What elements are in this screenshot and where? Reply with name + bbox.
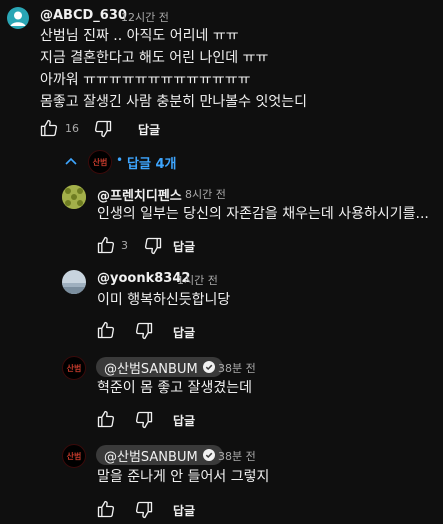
like-icon[interactable] [96, 499, 116, 519]
user-silhouette-icon [10, 11, 26, 26]
dislike-icon[interactable] [134, 500, 154, 520]
reply-time[interactable]: 38분 전 [218, 360, 256, 376]
reply-text: 말을 준나게 안 들어서 그렇지 [97, 469, 270, 485]
creator-name-chip[interactable]: @산범SANBUM [96, 445, 223, 465]
like-icon[interactable] [96, 409, 116, 429]
comment-text-line: 지금 결혼한다고 해도 어린 나인데 ㅠㅠ [40, 50, 269, 66]
verified-check-icon [202, 361, 215, 373]
reply-author[interactable]: @프렌치디펜스 [97, 185, 182, 204]
comment-time[interactable]: 12시간 전 [121, 9, 169, 25]
replies-count-label: 답글 4개 [127, 157, 177, 172]
reply-button[interactable]: 답글 [173, 412, 195, 429]
chevron-up-icon [65, 157, 77, 165]
reply-button[interactable]: 답글 [173, 502, 195, 519]
reply-author: @산범SANBUM [104, 361, 198, 377]
dislike-icon[interactable] [134, 410, 154, 430]
reply-time[interactable]: 38분 전 [218, 448, 256, 464]
reply-button[interactable]: 답글 [138, 121, 160, 138]
reply-text: 혁준이 몸 좋고 잘생겼는데 [97, 380, 253, 396]
comment-text-line: 아까워 ㅠㅠㅠㅠㅠㅠㅠㅠㅠㅠㅠㅠㅠ [40, 72, 251, 88]
like-count: 16 [65, 122, 79, 135]
replies-toggle[interactable]: 산범 • 답글 4개 [62, 150, 192, 174]
reply-author: @산범SANBUM [104, 449, 198, 465]
avatar[interactable] [62, 270, 86, 294]
dot-separator: • [116, 153, 124, 167]
avatar[interactable]: 산범 [62, 444, 86, 468]
avatar[interactable] [62, 185, 86, 209]
like-count: 3 [121, 239, 128, 252]
like-icon[interactable] [39, 118, 59, 138]
landscape-avatar-icon [62, 270, 86, 294]
comment-text-line: 몸좋고 잘생긴 사람 충분히 만나볼수 잇엇는디 [40, 94, 307, 110]
avatar-text: 산범 [66, 450, 82, 461]
dislike-icon[interactable] [143, 236, 163, 256]
reply-text: 이미 행복하신듯합니당 [97, 292, 231, 308]
creator-name-chip[interactable]: @산범SANBUM [96, 357, 223, 377]
verified-check-icon [202, 449, 215, 461]
channel-avatar: 산범 [88, 150, 112, 174]
like-icon[interactable] [96, 320, 116, 340]
reply-time[interactable]: 1시간 전 [177, 272, 218, 288]
reply-button[interactable]: 답글 [173, 324, 195, 341]
channel-avatar-text: 산범 [92, 156, 108, 167]
pattern-avatar-icon [62, 185, 86, 209]
dislike-icon[interactable] [93, 119, 113, 139]
comment-author[interactable]: @ABCD_630 [40, 8, 127, 23]
reply-time[interactable]: 8시간 전 [185, 186, 226, 202]
avatar-text: 산범 [66, 362, 82, 373]
avatar[interactable]: 산범 [62, 356, 86, 380]
comment-text-line: 산범님 진짜 .. 아직도 어리네 ㅠㅠ [40, 28, 239, 44]
dislike-icon[interactable] [134, 321, 154, 341]
like-icon[interactable] [96, 235, 116, 255]
avatar[interactable] [7, 7, 29, 29]
reply-button[interactable]: 답글 [173, 238, 195, 255]
reply-text: 인생의 일부는 당신의 자존감을 채우는데 사용하시기를... [97, 206, 429, 222]
